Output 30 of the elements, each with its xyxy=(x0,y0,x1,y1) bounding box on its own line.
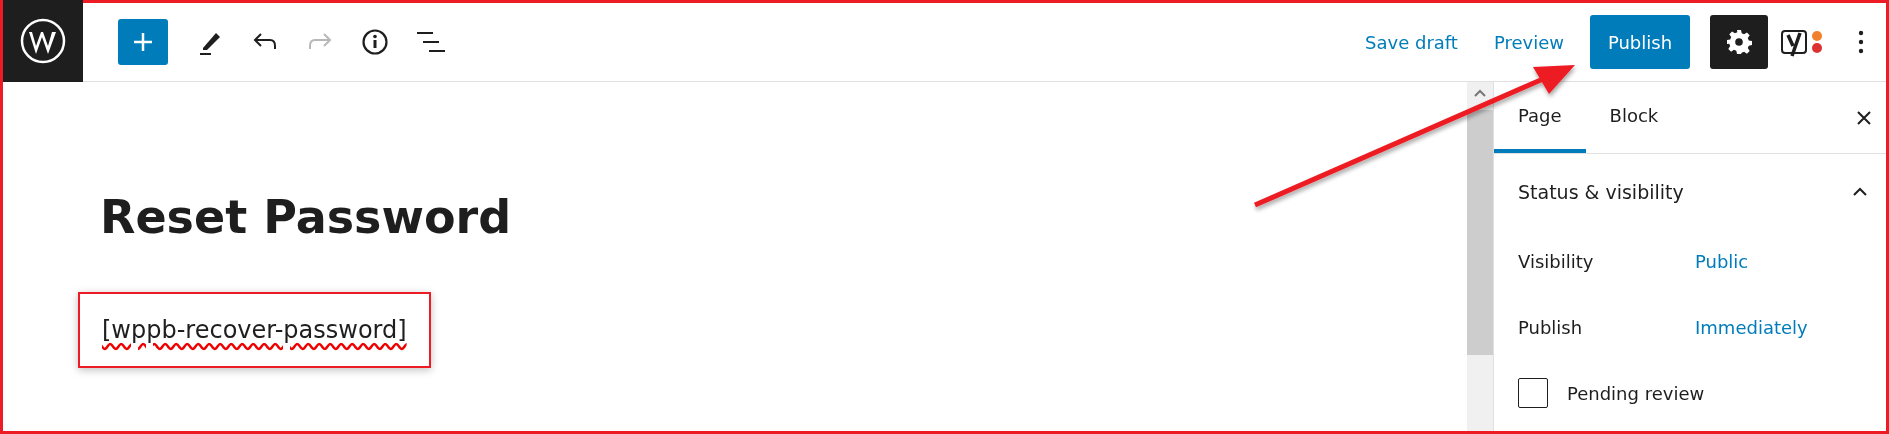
shortcode-block[interactable]: [wppb-recover-password] xyxy=(78,292,431,368)
setting-value-link[interactable]: Immediately xyxy=(1695,313,1808,341)
checkbox-label: Pending review xyxy=(1567,381,1705,406)
redo-icon xyxy=(307,32,333,52)
checkbox[interactable] xyxy=(1518,378,1548,408)
save-draft-button[interactable]: Save draft xyxy=(1347,28,1476,56)
setting-label: Visibility xyxy=(1518,249,1595,274)
add-block-button[interactable] xyxy=(118,19,168,65)
page-title[interactable]: Reset Password xyxy=(100,194,1467,240)
scrollbar-thumb[interactable] xyxy=(1467,110,1493,355)
logo-button[interactable] xyxy=(3,0,83,82)
wordpress-logo-icon xyxy=(20,17,66,64)
preview-button[interactable]: Preview xyxy=(1475,28,1582,56)
shortcode-text: [wppb-recover-password] xyxy=(102,316,407,344)
settings-button[interactable] xyxy=(1710,15,1768,69)
undo-icon xyxy=(252,32,278,52)
scrollbar[interactable] xyxy=(1467,82,1493,431)
panel-title[interactable]: Status & visibility xyxy=(1518,177,1684,207)
info-icon xyxy=(361,28,389,56)
settings-icon xyxy=(1726,29,1752,55)
list-outline-icon xyxy=(415,30,445,54)
scroll-up-icon[interactable] xyxy=(1473,88,1487,98)
close-icon xyxy=(1856,109,1872,126)
setting-label: Publish xyxy=(1518,315,1584,340)
kebab-menu-icon xyxy=(1858,30,1864,54)
publish-button[interactable]: Publish xyxy=(1590,15,1690,69)
plus-icon xyxy=(131,30,155,54)
setting-value-link[interactable]: Public xyxy=(1695,247,1749,275)
sidebar-tab[interactable]: Block xyxy=(1585,82,1683,153)
chevron-up-icon[interactable] xyxy=(1852,187,1868,197)
